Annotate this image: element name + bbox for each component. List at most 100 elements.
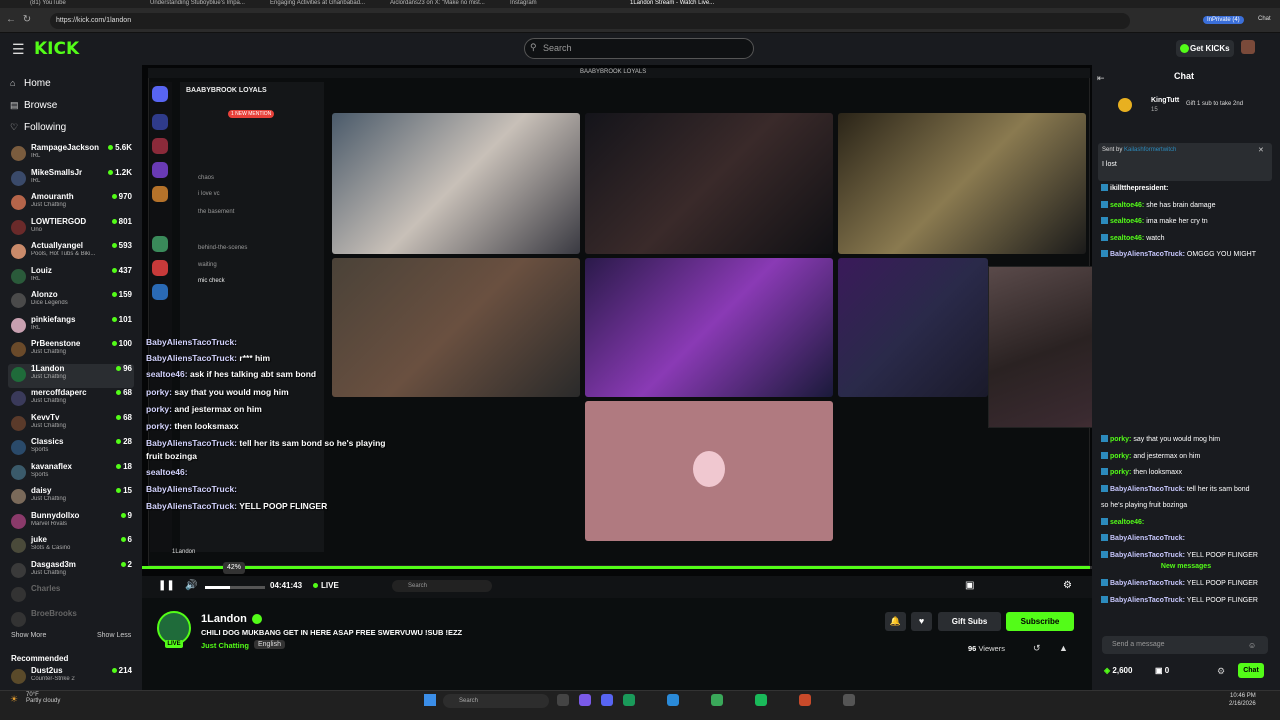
collapse-chat-icon[interactable]: ⇤ (1097, 73, 1105, 84)
chat-username[interactable]: sealtoe46: (1110, 202, 1144, 209)
gift-subs-button[interactable]: Gift Subs (938, 612, 1001, 631)
sidebar-channel[interactable]: Alonzo Dice Legends 159 (8, 290, 134, 314)
gift-sub-cta[interactable]: Gift 1 sub to take 2nd (1186, 101, 1243, 107)
browser-tab[interactable]: (81) YouTube (30, 0, 125, 8)
chat-message[interactable]: BabyAliensTacoTruck: YELL POOP FLINGER (1101, 579, 1258, 588)
back-icon[interactable]: ← (4, 13, 18, 27)
sidebar-channel[interactable]: Classics Sports 28 (8, 437, 134, 461)
kick-logo[interactable]: KICK (34, 39, 79, 59)
chat-username[interactable]: sealtoe46: (1110, 235, 1144, 242)
chat-message[interactable]: BabyAliensTacoTruck: tell her its sam bo… (1101, 484, 1250, 494)
sidebar-item-home[interactable]: ⌂ Home (10, 76, 51, 90)
user-avatar[interactable] (1241, 40, 1255, 54)
chat-message[interactable]: BabyAliensTacoTruck: (1101, 534, 1185, 543)
sidebar-channel[interactable]: Charles (8, 584, 134, 608)
chat-input[interactable]: Send a message (1102, 636, 1268, 654)
search-input[interactable]: Search (524, 38, 754, 59)
browser-tab[interactable]: Aiclordans23 on X: "Make no mist... (390, 0, 490, 8)
chat-username[interactable]: porky: (1110, 469, 1131, 476)
browser-tab-active[interactable]: 1Landon Stream - Watch Live... (630, 0, 730, 8)
app-icon[interactable] (799, 694, 811, 706)
app-icon[interactable] (579, 694, 591, 706)
address-bar[interactable]: https://kick.com/1landon (50, 13, 1130, 29)
chat-message[interactable]: so he's playing fruit bozinga (1101, 501, 1187, 510)
sidebar-channel[interactable]: MikeSmallsJr IRL 1.2K (8, 168, 134, 192)
chat-message[interactable]: porky: and jestermax on him (1101, 451, 1200, 461)
sidebar-channel[interactable]: PrBeenstone Just Chatting 100 (8, 339, 134, 363)
windows-start-icon[interactable] (424, 694, 436, 706)
sidebar-channel[interactable]: Louiz IRL 437 (8, 266, 134, 290)
chat-username[interactable]: BabyAliensTacoTruck: (1110, 580, 1185, 587)
app-icon[interactable] (843, 694, 855, 706)
sidebar-item-browse[interactable]: ▤ Browse (10, 98, 57, 112)
chat-username[interactable]: BabyAliensTacoTruck: (1110, 552, 1185, 559)
sidebar-channel[interactable]: BroeBrooks (8, 609, 134, 633)
edge-icon[interactable] (667, 694, 679, 706)
chat-username[interactable]: sealtoe46: (1110, 519, 1144, 526)
app-icon[interactable] (711, 694, 723, 706)
chat-username[interactable]: porky: (1110, 453, 1131, 460)
chat-username[interactable]: sealtoe46: (1110, 218, 1144, 225)
subscribe-button[interactable]: Subscribe (1006, 612, 1074, 631)
chat-message[interactable]: sealtoe46: she has brain damage (1101, 200, 1215, 210)
chat-message[interactable]: BabyAliensTacoTruck: YELL POOP FLINGER (1101, 550, 1258, 560)
chat-message[interactable]: porky: say that you would mog him (1101, 435, 1220, 444)
theater-mode-icon[interactable]: ▣ (965, 580, 974, 591)
notification-bell-button[interactable]: 🔔 (885, 612, 906, 631)
sidebar-channel[interactable]: pinkiefangs IRL 101 (8, 315, 134, 339)
show-less-button[interactable]: Show Less (97, 632, 131, 639)
sidebar-channel[interactable]: LOWTIERGOD Uno 801 (8, 217, 134, 241)
refresh-icon[interactable]: ↻ (20, 13, 34, 27)
sidebar-channel[interactable]: kavanaflex Sports 18 (8, 462, 134, 486)
inprivate-badge[interactable]: InPrivate (4) (1203, 16, 1244, 24)
get-kicks-button[interactable]: Get KICKs (1176, 40, 1234, 57)
chat-message[interactable]: sealtoe46: (1101, 517, 1144, 527)
follow-button[interactable]: ♥ (911, 612, 932, 631)
sidebar-channel[interactable]: RampageJackson IRL 5.6K (8, 143, 134, 167)
send-chat-button[interactable]: Chat (1238, 663, 1264, 678)
chat-settings-icon[interactable]: ⚙ (1217, 666, 1225, 677)
sidebar-channel[interactable]: Bunnydollxo Marvel Rivals 9 (8, 511, 134, 535)
recommended-channel[interactable]: Dust2us Counter-Strike 2 214 (8, 666, 134, 690)
chat-username[interactable]: porky: (1110, 436, 1131, 443)
browser-tab[interactable]: Understanding Stuboyblue's Impa... (150, 0, 250, 8)
sidebar-item-following[interactable]: ♡ Following (10, 120, 66, 134)
browser-tab[interactable]: Instagram (510, 0, 600, 8)
settings-icon[interactable]: ⚙ (1063, 580, 1072, 591)
chat-username[interactable]: ikilltthepresident: (1110, 185, 1168, 192)
sidebar-channel[interactable]: juke Slots & Casino 6 (8, 535, 134, 559)
discord-icon[interactable] (601, 694, 613, 706)
taskbar-search[interactable]: Search (443, 694, 549, 708)
stream-language-tag[interactable]: English (254, 640, 285, 649)
chat-message[interactable]: BabyAliensTacoTruck: YELL POOP FLINGER (1101, 595, 1258, 605)
pause-icon[interactable]: ❚❚ (158, 580, 175, 591)
chat-username[interactable]: BabyAliensTacoTruck: (1110, 251, 1185, 258)
chat-username[interactable]: BabyAliensTacoTruck: (1110, 535, 1185, 542)
sidebar-channel[interactable]: daisy Just Chatting 15 (8, 486, 134, 510)
chat-message[interactable]: sealtoe46: ima make her cry tn (1101, 217, 1208, 226)
sidebar-channel[interactable]: 1Landon Just Chatting 96 (8, 363, 134, 388)
chat-message[interactable]: sealtoe46: watch (1101, 233, 1165, 243)
streamer-name[interactable]: 1Landon (201, 613, 247, 625)
sidebar-channel[interactable]: KevvTv Just Chatting 68 (8, 413, 134, 437)
report-icon[interactable]: ▲ (1059, 643, 1068, 653)
spotify-icon[interactable] (755, 694, 767, 706)
chat-message[interactable]: BabyAliensTacoTruck: OMGGG YOU MIGHT (1101, 250, 1256, 259)
emoji-icon[interactable]: ☺ (1248, 641, 1256, 650)
app-icon[interactable] (623, 694, 635, 706)
unpin-icon[interactable]: ✕ (1258, 146, 1264, 154)
sidebar-channel[interactable]: mercoffdaperc Just Chatting 68 (8, 388, 134, 412)
show-more-button[interactable]: Show More (11, 632, 46, 639)
sidebar-channel[interactable]: Amouranth Just Chatting 970 (8, 192, 134, 216)
chat-username[interactable]: BabyAliensTacoTruck: (1110, 486, 1185, 493)
volume-icon[interactable]: 🔊 (185, 580, 197, 591)
copilot-chat-button[interactable]: Chat (1258, 16, 1271, 22)
sidebar-channel[interactable]: Dasgasd3m Just Chatting 2 (8, 560, 134, 584)
hamburger-menu-icon[interactable]: ☰ (12, 41, 25, 58)
weather-widget[interactable]: 70°F Partly cloudy (26, 692, 60, 704)
stream-category[interactable]: Just Chatting (201, 641, 249, 650)
chat-username[interactable]: BabyAliensTacoTruck: (1110, 597, 1185, 604)
file-explorer-icon[interactable] (557, 694, 569, 706)
chat-message[interactable]: ikilltthepresident: (1101, 184, 1168, 193)
browser-tab[interactable]: Engaging Activities at Gharibabad... (270, 0, 370, 8)
